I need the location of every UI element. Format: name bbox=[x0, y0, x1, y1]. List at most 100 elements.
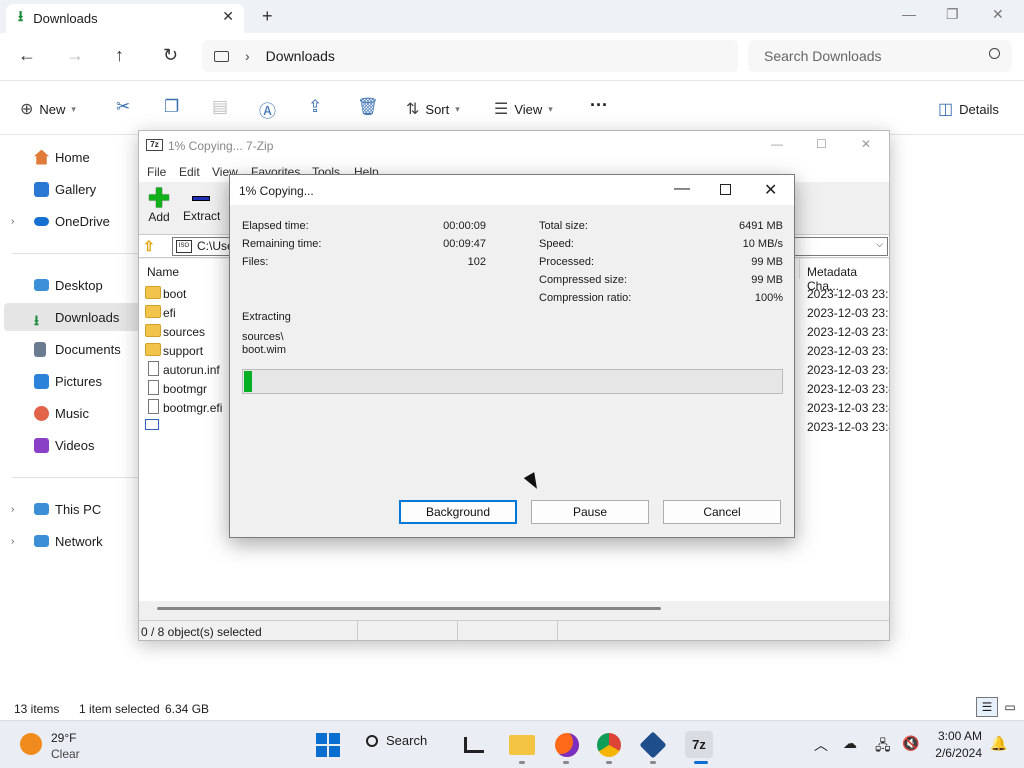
file-explorer-taskbar-icon[interactable] bbox=[509, 735, 535, 755]
firefox-icon[interactable] bbox=[555, 733, 579, 757]
chevron-up-icon[interactable]: ︿ bbox=[814, 735, 828, 755]
notifications-bell-icon[interactable]: 🔔 bbox=[990, 735, 1007, 752]
progress-title: 1% Copying... bbox=[239, 184, 314, 198]
details-button[interactable]: ◫ Details bbox=[938, 99, 999, 119]
status-divider bbox=[357, 621, 358, 641]
nav-item-desktop[interactable]: Desktop bbox=[0, 271, 158, 299]
nav-item-videos[interactable]: Videos bbox=[0, 431, 158, 459]
minimize-button[interactable]: — bbox=[674, 180, 690, 198]
tab-downloads[interactable]: ⭳ Downloads ✕ bbox=[6, 4, 244, 33]
cut-icon[interactable]: ✂ bbox=[116, 97, 130, 117]
gallery-icon bbox=[34, 181, 49, 197]
minimize-button[interactable]: — bbox=[902, 6, 916, 22]
details-view-button[interactable]: ☰ bbox=[976, 697, 998, 717]
restore-button[interactable]: ❐ bbox=[946, 6, 959, 23]
sevenzip-taskbar-icon[interactable]: 7z bbox=[685, 731, 713, 758]
windows-logo-icon bbox=[329, 746, 340, 757]
sevenzip-app-icon: 7z bbox=[146, 139, 163, 151]
extract-button[interactable]: Extract bbox=[183, 186, 221, 223]
clock-date: 2/6/2024 bbox=[935, 746, 982, 760]
chevron-down-icon[interactable]: ⌵ bbox=[876, 239, 883, 250]
task-view-icon[interactable] bbox=[464, 737, 484, 753]
search-icon bbox=[366, 734, 378, 747]
close-button[interactable]: ✕ bbox=[764, 180, 777, 200]
background-button[interactable]: Background bbox=[399, 500, 517, 524]
minimize-button[interactable]: — bbox=[771, 137, 783, 151]
close-tab-icon[interactable]: ✕ bbox=[222, 8, 234, 25]
chevron-right-icon[interactable]: › bbox=[11, 216, 14, 227]
tiles-view-button[interactable]: ▭ bbox=[999, 697, 1021, 717]
column-header-name[interactable]: Name bbox=[147, 265, 179, 279]
taskbar-search-button[interactable]: Search bbox=[366, 733, 427, 748]
nav-item-music[interactable]: Music bbox=[0, 399, 158, 427]
weather-moon-icon bbox=[20, 733, 42, 755]
details-pane-icon: ◫ bbox=[938, 101, 954, 118]
close-window-button[interactable]: ✕ bbox=[992, 6, 1004, 23]
network-icon bbox=[34, 535, 49, 547]
plus-circle-icon: ⊕ bbox=[20, 101, 34, 118]
nav-item-pictures[interactable]: Pictures bbox=[0, 367, 158, 395]
elapsed-time-label: Elapsed time: bbox=[242, 220, 309, 232]
view-button[interactable]: ☰ View ▾ bbox=[494, 99, 553, 119]
maximize-button[interactable]: ☐ bbox=[816, 137, 827, 151]
total-size-label: Total size: bbox=[539, 220, 588, 232]
rename-icon[interactable]: Ⓐ bbox=[259, 97, 276, 122]
nav-item-gallery[interactable]: Gallery bbox=[0, 175, 158, 203]
onedrive-offline-icon[interactable]: ☁ bbox=[843, 735, 857, 752]
chevron-right-icon[interactable]: › bbox=[11, 536, 14, 547]
menu-file[interactable]: File bbox=[147, 165, 166, 179]
chevron-down-icon: ▾ bbox=[71, 103, 76, 114]
chevron-right-icon[interactable]: › bbox=[11, 504, 14, 515]
new-tab-button[interactable]: + bbox=[262, 6, 273, 27]
nav-item-home[interactable]: Home bbox=[0, 143, 158, 171]
forward-button[interactable]: → bbox=[66, 45, 84, 66]
new-button[interactable]: ⊕ New ▾ bbox=[20, 99, 76, 119]
extract-label: Extract bbox=[183, 209, 221, 223]
volume-muted-icon[interactable]: 🔇 bbox=[902, 735, 919, 752]
compression-ratio-label: Compression ratio: bbox=[539, 292, 632, 304]
speed-label: Speed: bbox=[539, 238, 574, 250]
back-button[interactable]: ← bbox=[18, 45, 36, 66]
horizontal-scrollbar[interactable] bbox=[157, 607, 661, 610]
chrome-icon[interactable] bbox=[597, 733, 621, 757]
folder-icon bbox=[145, 324, 161, 337]
taskbar-search-label: Search bbox=[386, 733, 428, 748]
nav-item-network[interactable]: › Network bbox=[0, 527, 158, 555]
weather-temperature: 29°F bbox=[51, 731, 77, 745]
nav-item-downloads[interactable]: ⭳ Downloads bbox=[4, 303, 154, 331]
more-options-icon[interactable]: ··· bbox=[590, 95, 608, 116]
nav-item-this-pc[interactable]: › This PC bbox=[0, 495, 158, 523]
selection-count: 1 item selected bbox=[79, 702, 160, 716]
refresh-button[interactable]: ↻ bbox=[163, 45, 178, 66]
virtualbox-icon[interactable] bbox=[639, 731, 667, 759]
copy-icon[interactable]: ❐ bbox=[164, 97, 179, 117]
add-button[interactable]: ✚ Add bbox=[147, 185, 171, 224]
close-button[interactable]: ✕ bbox=[861, 137, 871, 151]
nav-item-onedrive[interactable]: › OneDrive bbox=[0, 207, 158, 235]
maximize-button[interactable] bbox=[720, 184, 731, 195]
network-icon[interactable]: 🖧 bbox=[875, 735, 891, 759]
running-indicator bbox=[606, 761, 612, 764]
nav-divider bbox=[12, 253, 147, 254]
cancel-button[interactable]: Cancel bbox=[663, 500, 781, 524]
compression-ratio-value: 100% bbox=[754, 292, 783, 304]
taskbar: 29°F Clear Search 7z ︿ ☁ 🖧 🔇 3:00 AM 2/6… bbox=[0, 720, 1024, 768]
nav-item-documents[interactable]: Documents bbox=[0, 335, 158, 363]
address-bar[interactable]: › Downloads bbox=[202, 40, 738, 72]
system-clock[interactable]: 3:00 AM 2/6/2024 bbox=[932, 729, 982, 760]
breadcrumb-current[interactable]: Downloads bbox=[266, 48, 335, 64]
menu-edit[interactable]: Edit bbox=[179, 165, 200, 179]
up-button[interactable]: ↑ bbox=[115, 45, 124, 66]
search-input[interactable]: Search Downloads bbox=[748, 40, 1012, 72]
parent-folder-icon[interactable]: ⇧ bbox=[143, 238, 159, 254]
computer-icon bbox=[214, 50, 229, 62]
share-icon[interactable]: ⇪ bbox=[308, 97, 322, 117]
delete-icon[interactable]: 🗑 bbox=[357, 97, 379, 117]
paste-icon[interactable]: ▤ bbox=[212, 97, 228, 117]
start-button[interactable] bbox=[316, 733, 340, 757]
files-value: 102 bbox=[467, 256, 486, 268]
pause-button[interactable]: Pause bbox=[531, 500, 649, 524]
sort-button[interactable]: ⇅ Sort ▾ bbox=[406, 99, 460, 119]
compressed-size-value: 99 MB bbox=[751, 274, 783, 286]
column-separator[interactable] bbox=[799, 259, 800, 279]
